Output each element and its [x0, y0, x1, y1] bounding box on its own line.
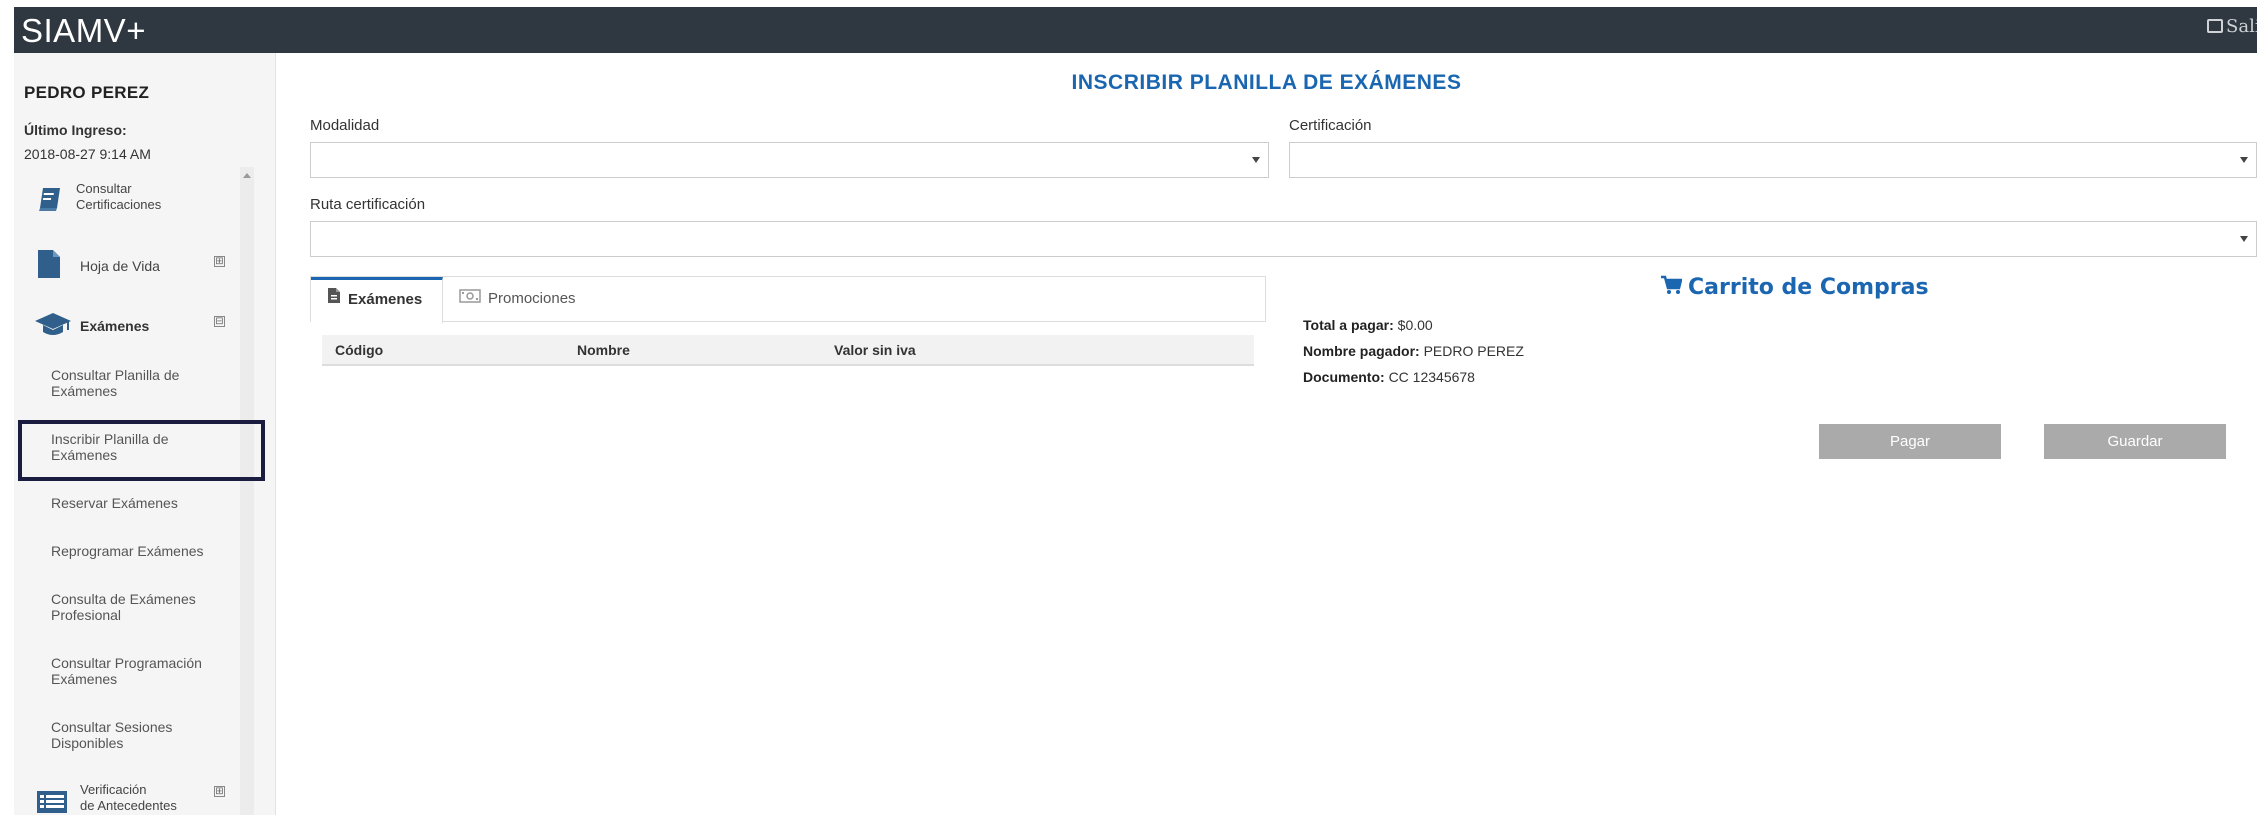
last-login-value: 2018-08-27 9:14 AM [24, 146, 151, 162]
sidebar-item-label: Exámenes [80, 318, 150, 334]
sidebar-subitem-consultar-programacion[interactable]: Consultar Programación Exámenes [51, 655, 231, 687]
document-icon [36, 249, 62, 282]
cart-document: Documento: CC 12345678 [1303, 369, 1475, 385]
ruta-certificacion-label: Ruta certificación [310, 196, 426, 213]
column-header-nombre[interactable]: Nombre [577, 342, 630, 358]
page-title: INSCRIBIR PLANILLA DE EXÁMENES [1071, 71, 1462, 94]
sidebar-item-verificacion-antecedentes[interactable]: Verificación de Antecedentes ⊞ [14, 781, 238, 815]
expand-icon[interactable]: ⊞ [214, 786, 225, 797]
cart-payer-label: Nombre pagador: [1303, 343, 1420, 359]
collapse-icon[interactable]: ⊟ [214, 316, 225, 327]
tab-label: Promociones [488, 290, 576, 307]
top-bar: SIAMV+ Salir [14, 7, 2257, 53]
sidebar-subitem-consultar-planilla[interactable]: Consultar Planilla de Exámenes [51, 367, 231, 399]
certificacion-select[interactable] [1289, 142, 2257, 178]
sidebar-item-consultar-certificaciones[interactable]: Consultar Certificaciones [14, 179, 238, 219]
list-icon [36, 790, 68, 815]
shopping-cart-icon [1660, 275, 1683, 301]
brand-logo[interactable]: SIAMV+ [21, 12, 146, 50]
sidebar-item-label: Certificaciones [76, 197, 162, 212]
sidebar-item-examenes[interactable]: Exámenes ⊟ [14, 308, 238, 348]
sidebar-subitem-label: Reprogramar Exámenes [51, 543, 204, 559]
tab-promociones[interactable]: Promociones [443, 277, 603, 323]
sidebar-subitem-consultar-sesiones[interactable]: Consultar Sesiones Disponibles [51, 719, 231, 751]
main-content: INSCRIBIR PLANILLA DE EXÁMENES Modalidad… [276, 53, 2257, 815]
examenes-table-header: Código Nombre Valor sin iva [322, 335, 1254, 366]
modalidad-select[interactable] [310, 142, 1269, 178]
money-icon [459, 277, 481, 321]
sidebar-item-label: Consultar [76, 181, 132, 196]
sidebar-subitem-label: Disponibles [51, 735, 124, 751]
sidebar-subitem-reprogramar-examenes[interactable]: Reprogramar Exámenes [51, 543, 231, 559]
cart-total: Total a pagar: $0.00 [1303, 317, 1433, 333]
sidebar-item-label: Verificación [80, 782, 147, 797]
tab-bar: Exámenes Promociones [310, 276, 1266, 323]
save-button[interactable]: Guardar [2044, 424, 2226, 459]
app-window: SIAMV+ Salir PEDRO PEREZ Último Ingreso:… [14, 7, 2257, 815]
scroll-up-arrow-icon[interactable] [243, 173, 251, 178]
column-header-valor[interactable]: Valor sin iva [834, 342, 916, 358]
cart-total-label: Total a pagar: [1303, 317, 1394, 333]
modalidad-label: Modalidad [310, 117, 380, 134]
active-item-highlight [18, 420, 265, 481]
cart-total-value: $0.00 [1397, 317, 1433, 333]
sidebar-item-label: de Antecedentes [80, 798, 177, 813]
ruta-certificacion-select[interactable] [310, 221, 2257, 257]
file-icon [327, 280, 341, 320]
tab-label: Exámenes [348, 291, 423, 308]
sidebar-subitem-label: Consultar Sesiones [51, 719, 173, 735]
logout-button[interactable]: Salir [2207, 16, 2257, 37]
sidebar-scrollbar[interactable] [240, 167, 254, 815]
expand-icon[interactable]: ⊞ [214, 256, 225, 267]
sidebar-subitem-label: Exámenes [51, 671, 118, 687]
sidebar-subitem-label: Consultar Planilla de [51, 367, 180, 383]
cart-title-text: Carrito de Compras [1688, 275, 1929, 300]
cart-payer-value: PEDRO PEREZ [1423, 343, 1524, 359]
graduation-cap-icon [34, 311, 72, 340]
pay-button[interactable]: Pagar [1819, 424, 2001, 459]
sidebar-subitem-label: Consultar Programación [51, 655, 202, 671]
chevron-down-icon [1252, 157, 1260, 163]
chevron-down-icon [2240, 157, 2248, 163]
logout-icon [2207, 19, 2223, 33]
sidebar-subitem-label: Reservar Exámenes [51, 495, 178, 511]
sidebar-subitem-reservar-examenes[interactable]: Reservar Exámenes [51, 495, 231, 511]
cart-document-label: Documento: [1303, 369, 1385, 385]
cart-title: Carrito de Compras [1660, 275, 1929, 301]
sidebar-item-hoja-de-vida[interactable]: Hoja de Vida ⊞ [14, 249, 238, 289]
user-name: PEDRO PEREZ [24, 83, 150, 102]
cart-document-value: CC 12345678 [1388, 369, 1475, 385]
sidebar-subitem-label: Consulta de Exámenes [51, 591, 196, 607]
last-login-label: Último Ingreso: [24, 122, 127, 138]
sidebar-item-label: Hoja de Vida [80, 258, 160, 274]
chevron-down-icon [2240, 236, 2248, 242]
tab-examenes[interactable]: Exámenes [311, 277, 443, 323]
sidebar-subitem-label: Exámenes [51, 383, 118, 399]
sidebar-subitem-label: Profesional [51, 607, 122, 623]
sidebar-subitem-consulta-examenes-profesional[interactable]: Consulta de Exámenes Profesional [51, 591, 231, 623]
certificacion-label: Certificación [1289, 117, 1372, 134]
column-header-codigo[interactable]: Código [335, 342, 383, 358]
cart-payer: Nombre pagador: PEDRO PEREZ [1303, 343, 1524, 359]
book-icon [36, 185, 64, 216]
logout-label: Salir [2226, 16, 2257, 37]
